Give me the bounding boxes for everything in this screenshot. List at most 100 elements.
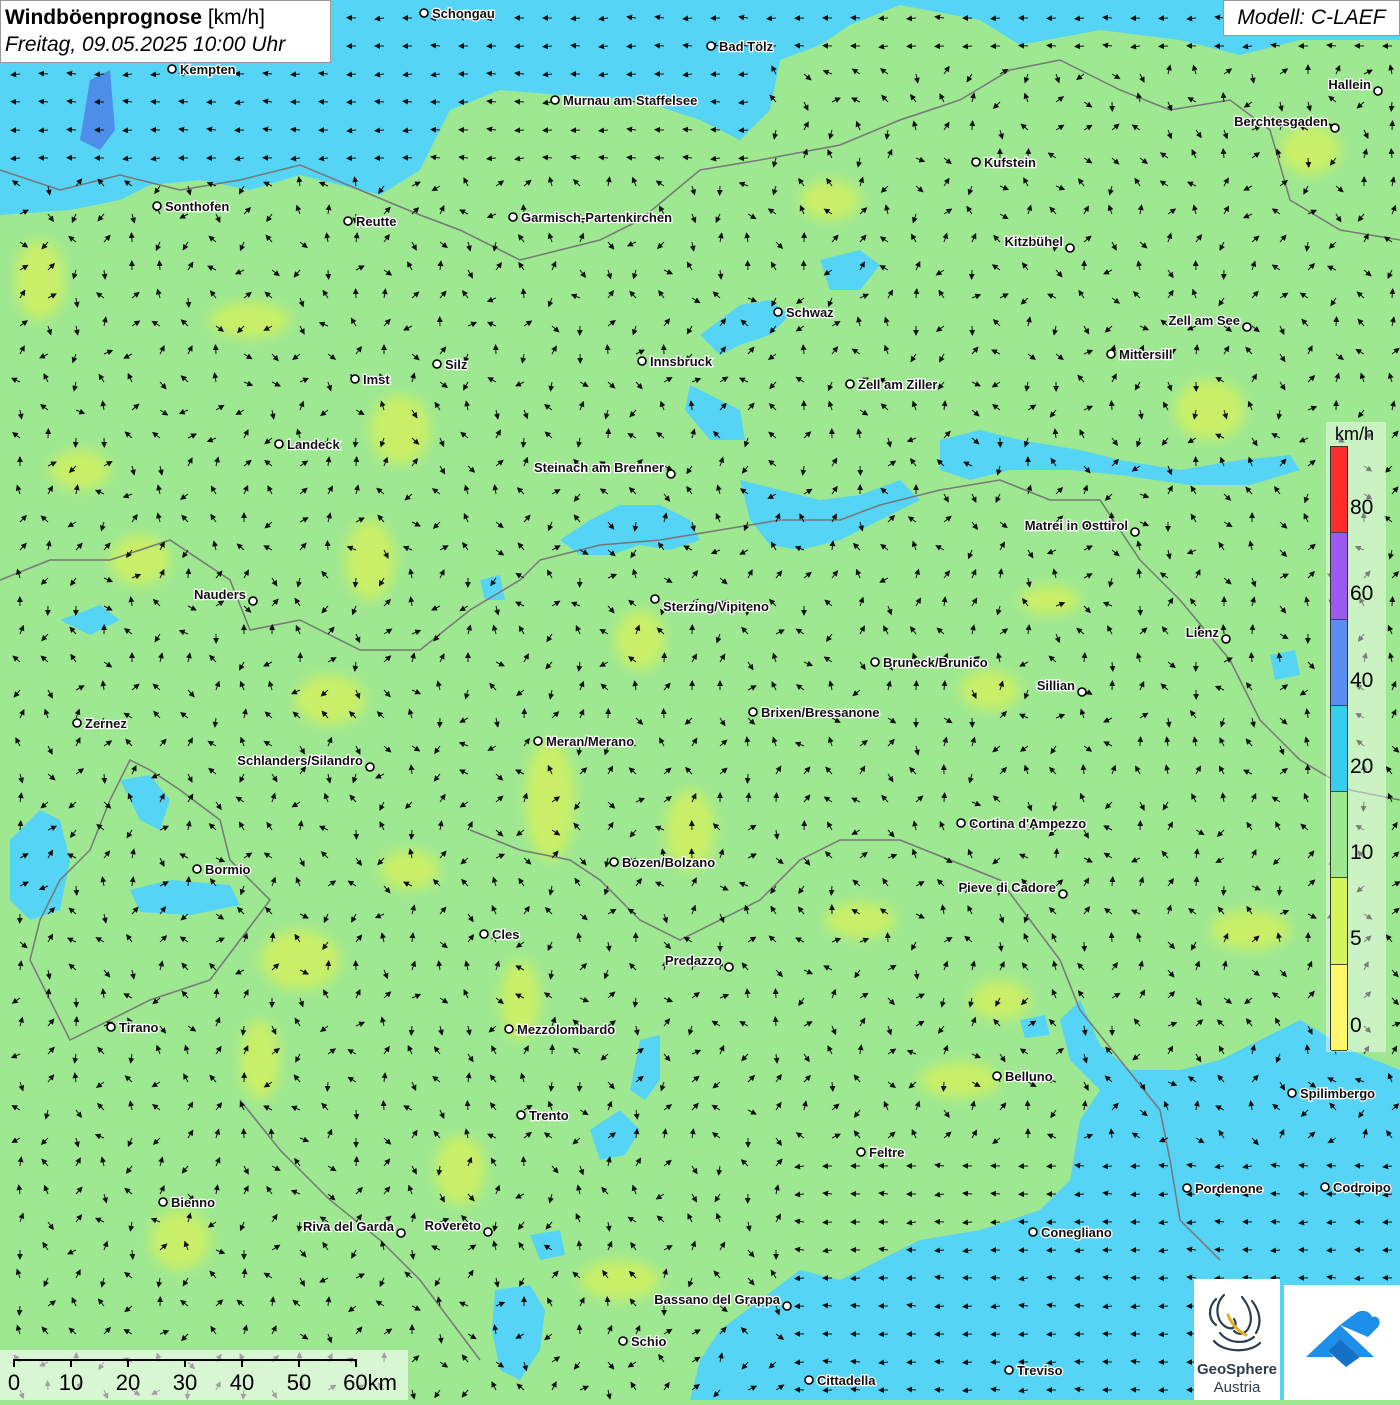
city-meran-merano: Meran/Merano xyxy=(534,734,634,749)
city-label: Schlanders/Silandro xyxy=(237,753,363,768)
city-label: Spilimbergo xyxy=(1300,1086,1375,1101)
wind-arrow xyxy=(972,270,973,279)
forecast-datetime: Freitag, 09.05.2025 10:00 Uhr xyxy=(5,31,326,58)
wind-arrow xyxy=(860,466,861,475)
wind-arrow xyxy=(1019,46,1028,47)
wind-arrow xyxy=(795,1390,804,1391)
legend-label: 20 xyxy=(1350,755,1373,779)
wind-arrow xyxy=(831,886,832,895)
wind-arrow xyxy=(1327,1165,1336,1166)
wind-arrow xyxy=(67,129,76,130)
wind-arrow xyxy=(467,1101,468,1110)
wind-arrow xyxy=(607,345,608,354)
scale-label: 40 xyxy=(230,1370,254,1396)
city-dot xyxy=(433,360,441,368)
city-label: Treviso xyxy=(1017,1363,1063,1378)
legend-label: 0 xyxy=(1350,1014,1362,1038)
geosphere-swirl-icon xyxy=(1194,1285,1280,1365)
city-label: Zernez xyxy=(85,716,127,731)
wind-arrow xyxy=(1027,1101,1028,1110)
city-dot xyxy=(993,1072,1001,1080)
city-dot xyxy=(480,930,488,938)
city-label: Reutte xyxy=(356,214,396,229)
wind-arrow xyxy=(1392,597,1393,606)
legend-swatch xyxy=(1331,878,1347,964)
wind-arrow xyxy=(608,429,609,438)
wind-arrow xyxy=(356,830,357,839)
city-pordenone: Pordenone xyxy=(1183,1181,1263,1196)
city-dot xyxy=(1288,1089,1296,1097)
scale-tick xyxy=(127,1359,129,1367)
city-murnau-am-staffelsee: Murnau am Staffelsee xyxy=(551,93,697,108)
model-label: Modell: C-LAEF xyxy=(1223,0,1400,36)
city-label: Landeck xyxy=(287,437,341,452)
wind-arrow xyxy=(627,74,636,75)
city-label: Schwaz xyxy=(786,305,834,320)
wind-arrow xyxy=(879,18,888,19)
scale-tick xyxy=(70,1359,72,1367)
legend-swatch xyxy=(1331,447,1347,533)
city-label: Feltre xyxy=(869,1145,904,1160)
wind-arrow xyxy=(963,1306,972,1307)
wind-arrow xyxy=(327,541,328,550)
wind-arrow xyxy=(123,130,132,131)
wind-arrow xyxy=(851,18,860,19)
city-dot xyxy=(972,158,980,166)
city-label: Zell am Ziller xyxy=(858,377,937,392)
city-label: Schio xyxy=(631,1334,666,1349)
city-cortina-d-ampezzo: Cortina d'Ampezzo xyxy=(957,816,1086,831)
color-legend: km/h 806040201050 xyxy=(1326,422,1386,1052)
city-dot xyxy=(159,1198,167,1206)
city-label: Sterzing/Vipiteno xyxy=(663,599,769,614)
city-dot xyxy=(638,357,646,365)
city-dot xyxy=(857,1148,865,1156)
city-label: Conegliano xyxy=(1041,1225,1112,1240)
wind-arrow xyxy=(1140,606,1141,615)
wind-arrow xyxy=(851,1305,860,1306)
city-label: Bruneck/Brunico xyxy=(883,655,988,670)
city-label: Hallein xyxy=(1328,77,1371,92)
geosphere-logo[interactable]: GeoSphere Austria xyxy=(1194,1279,1280,1400)
city-label: Garmisch-Partenkirchen xyxy=(521,210,672,225)
city-dot xyxy=(725,963,733,971)
city-label: Kufstein xyxy=(984,155,1036,170)
city-label: Meran/Merano xyxy=(546,734,634,749)
city-label: Sillian xyxy=(1037,678,1075,693)
legend-swatch xyxy=(1331,706,1347,792)
city-dot xyxy=(846,380,854,388)
city-label: Innsbruck xyxy=(650,354,713,369)
wind-arrow xyxy=(1103,17,1112,18)
wind-arrow xyxy=(291,74,300,75)
legend-color-bar xyxy=(1330,446,1348,1050)
wind-arrow xyxy=(1140,737,1141,746)
wind-arrow xyxy=(1271,1222,1280,1223)
city-dot xyxy=(871,658,879,666)
city-dot xyxy=(1066,244,1074,252)
city-dot xyxy=(749,708,757,716)
app-logo[interactable] xyxy=(1284,1285,1400,1400)
wind-arrow xyxy=(1243,1277,1252,1278)
legend-label: 80 xyxy=(1350,496,1373,520)
wind-arrow xyxy=(1047,1334,1056,1335)
wind-arrow xyxy=(1327,1250,1336,1251)
mountain-cloud-icon xyxy=(1284,1285,1400,1400)
legend-label: 5 xyxy=(1350,927,1362,951)
city-label: Kempten xyxy=(180,62,236,77)
city-dot xyxy=(707,42,715,50)
scale-tick xyxy=(355,1359,357,1367)
city-label: Matrei in Osttirol xyxy=(1025,518,1128,533)
wind-arrow xyxy=(159,261,160,270)
wind-arrow xyxy=(1084,942,1085,951)
wind-arrow xyxy=(627,46,636,47)
wind-arrow xyxy=(823,1390,832,1391)
city-dot xyxy=(509,213,517,221)
wind-arrow xyxy=(1047,18,1056,19)
city-dot xyxy=(534,737,542,745)
title-name: Windböenprognose xyxy=(5,6,202,29)
wind-arrow xyxy=(747,774,748,783)
wind-arrow xyxy=(655,45,664,46)
wind-arrow xyxy=(543,46,552,47)
city-dot xyxy=(774,308,782,316)
wind-arrow xyxy=(888,933,889,942)
wind-arrow xyxy=(1196,261,1197,270)
